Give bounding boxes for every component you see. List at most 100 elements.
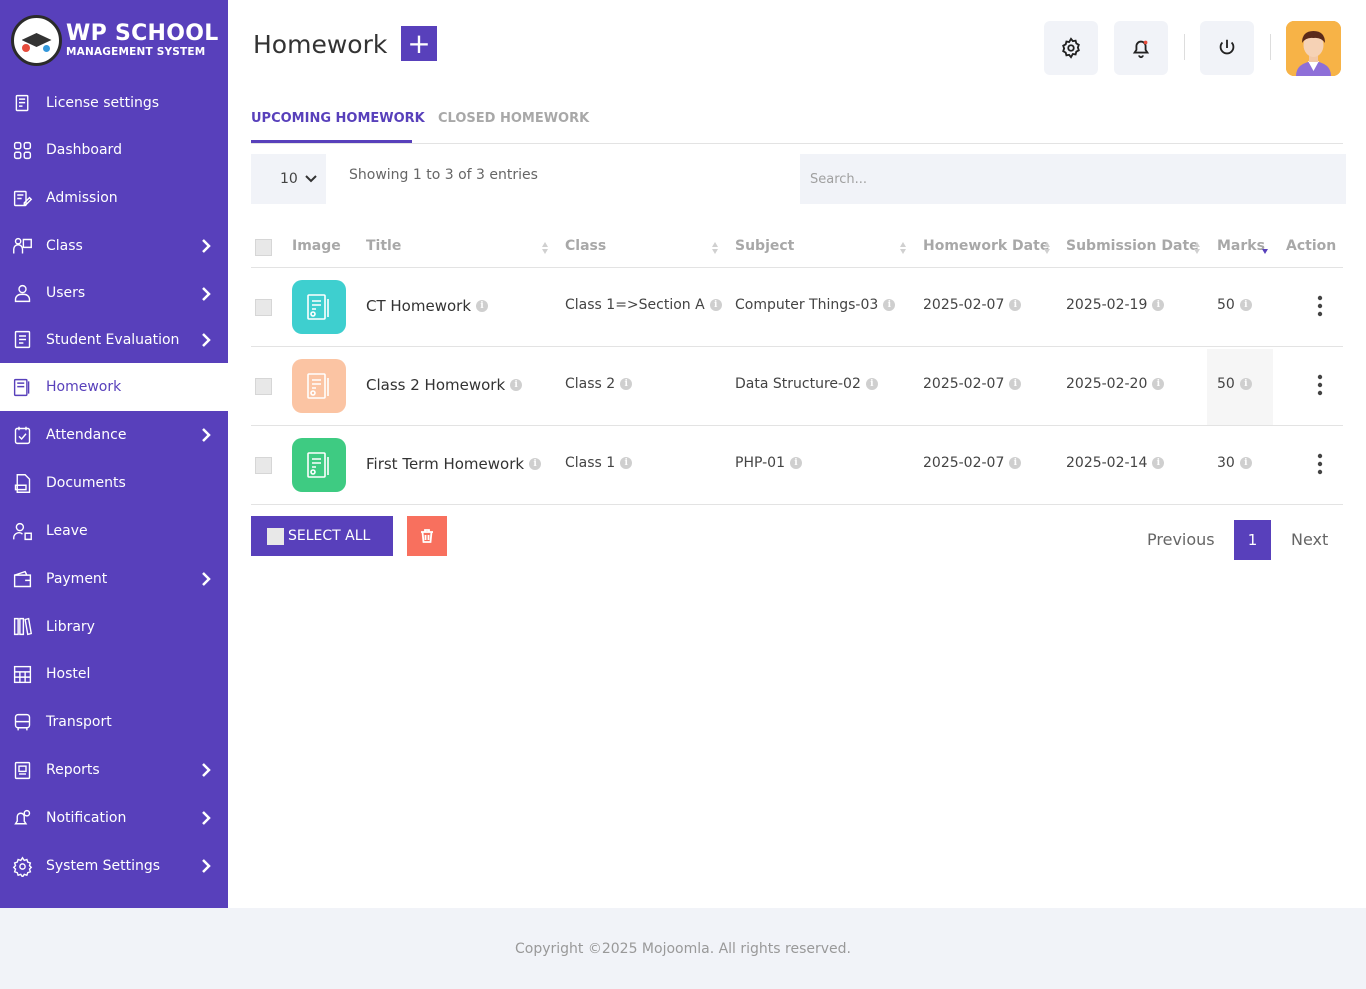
homework-title[interactable]: CT Homework i [366,297,488,315]
info-icon[interactable]: i [620,457,633,469]
sidebar-item-leave[interactable]: Leave [0,507,228,555]
row-checkbox[interactable] [255,299,272,316]
sidebar-item-documents[interactable]: Documents [0,459,228,507]
license-icon [11,92,33,114]
info-icon[interactable]: i [1009,299,1022,311]
header-divider [1270,34,1271,60]
school-logo-icon [11,14,62,66]
table-header: Image Title Class Subject Homework Date … [251,228,1343,268]
chevron-down-icon [305,175,317,183]
sort-icon[interactable] [541,240,549,254]
info-icon[interactable]: i [883,299,896,311]
sidebar-item-reports[interactable]: Reports [0,746,228,794]
homework-subject: Data Structure-02 i [735,376,878,392]
info-icon[interactable]: i [1152,378,1165,390]
sidebar-item-dashboard[interactable]: Dashboard [0,126,228,174]
homework-date: 2025-02-07 i [923,297,1022,313]
homework-class: Class 1=>Section Ai [565,297,722,313]
homework-marks: 50 i [1217,297,1252,313]
info-icon[interactable]: i [529,458,542,470]
tab-closed-homework[interactable]: CLOSED HOMEWORK [438,111,589,126]
info-icon[interactable]: i [510,379,523,391]
library-icon [11,616,33,638]
hostel-icon [11,663,33,685]
sort-icon[interactable] [899,240,907,254]
info-icon[interactable]: i [1239,457,1252,469]
info-icon[interactable]: i [865,378,878,390]
user-avatar[interactable] [1286,21,1341,76]
gear-icon [1062,37,1080,59]
select-all-checkbox[interactable] [255,239,272,256]
info-icon[interactable]: i [476,300,488,312]
info-icon[interactable]: i [1009,457,1022,469]
sidebar-item-hostel[interactable]: Hostel [0,650,228,698]
tab-upcoming-homework[interactable]: UPCOMING HOMEWORK [251,111,425,126]
sidebar-item-library[interactable]: Library [0,603,228,650]
select-all-button[interactable]: SELECT ALL [251,516,393,556]
sidebar-item-student-evaluation[interactable]: Student Evaluation [0,316,228,363]
homework-subject: PHP-01 i [735,455,802,471]
sidebar-item-transport[interactable]: Transport [0,698,228,746]
sidebar-item-attendance[interactable]: Attendance [0,411,228,459]
column-header-homework-date[interactable]: Homework Date [923,238,1049,254]
homework-title[interactable]: Class 2 Homework i [366,376,523,394]
info-icon[interactable]: i [789,457,802,469]
more-actions-icon[interactable] [1317,374,1323,396]
sidebar-item-system-settings[interactable]: System Settings [0,842,228,890]
sidebar-item-users[interactable]: Users [0,270,228,316]
column-header-subject[interactable]: Subject [735,238,794,254]
evaluation-icon [11,329,33,351]
app-logo[interactable]: WP SCHOOL MANAGEMENT SYSTEM [0,0,228,80]
info-icon[interactable]: i [1152,457,1165,469]
pagination-previous[interactable]: Previous [1147,530,1215,549]
info-icon[interactable]: i [709,299,722,311]
column-header-title[interactable]: Title [366,238,401,254]
sidebar-item-homework[interactable]: Homework [0,363,228,411]
info-icon[interactable]: i [1152,299,1165,311]
sidebar-item-label: Class [46,238,83,254]
more-actions-icon[interactable] [1317,295,1323,317]
bell-icon [1132,40,1150,59]
info-icon[interactable]: i [620,378,633,390]
sort-icon[interactable] [1043,240,1051,254]
submission-date: 2025-02-14 i [1066,455,1165,471]
more-actions-icon[interactable] [1317,453,1323,475]
settings-button[interactable] [1044,21,1098,75]
row-checkbox[interactable] [255,378,272,395]
table-row: First Term Homework i Class 1i PHP-01 i 20… [251,426,1343,505]
pagination-next[interactable]: Next [1291,530,1328,549]
sidebar-item-license-settings[interactable]: License settings [0,80,228,126]
sidebar-item-class[interactable]: Class [0,222,228,270]
delete-selected-button[interactable] [407,516,447,556]
sidebar-item-label: Admission [46,190,118,206]
notifications-button[interactable] [1114,21,1168,75]
page-footer: Copyright ©2025 Mojoomla. All rights res… [0,908,1366,989]
row-checkbox[interactable] [255,457,272,474]
sort-desc-icon[interactable] [1261,240,1269,254]
logout-button[interactable] [1200,21,1254,75]
sort-icon[interactable] [711,240,719,254]
avatar-icon [1286,21,1341,76]
sort-icon[interactable] [1193,240,1201,254]
pagination-page-1[interactable]: 1 [1234,520,1271,560]
info-icon[interactable]: i [1239,299,1252,311]
page-size-select[interactable]: 10 [251,154,326,204]
sidebar-item-label: Dashboard [46,142,122,158]
column-header-class[interactable]: Class [565,238,606,254]
table-row: Class 2 Homework i Class 2i Data Structur… [251,347,1343,426]
column-header-submission-date[interactable]: Submission Date [1066,238,1199,254]
info-icon[interactable]: i [1239,378,1252,390]
homework-title[interactable]: First Term Homework i [366,455,542,473]
column-header-marks[interactable]: Marks [1217,238,1265,254]
sidebar-item-admission[interactable]: Admission [0,174,228,222]
sidebar-item-payment[interactable]: Payment [0,555,228,603]
notification-icon [11,807,33,829]
active-tab-indicator [251,140,412,143]
add-homework-button[interactable]: + [401,26,437,61]
sidebar-item-notification[interactable]: Notification [0,794,228,842]
column-header-action: Action [1286,238,1337,254]
homework-icon [11,376,33,398]
search-input[interactable] [800,154,1346,204]
info-icon[interactable]: i [1009,378,1022,390]
chevron-right-icon [201,858,211,874]
